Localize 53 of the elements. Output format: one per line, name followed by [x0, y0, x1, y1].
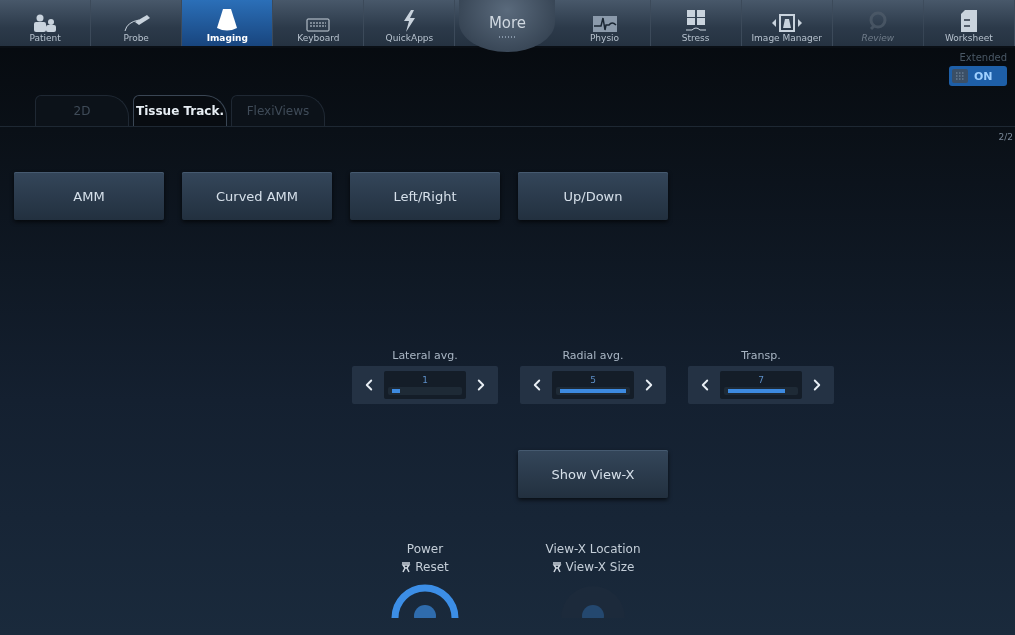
nav-label: Patient — [29, 33, 61, 43]
sector-icon — [216, 8, 239, 32]
nav-label: Imaging — [206, 33, 248, 43]
nav-tab[interactable]: Worksheet — [923, 0, 1015, 46]
mode-button[interactable]: Left/Right — [350, 172, 500, 220]
nav-tab[interactable]: Keyboard — [273, 0, 365, 46]
show-view-button[interactable]: Show View-X — [518, 450, 668, 498]
mode-button[interactable]: Up/Down — [518, 172, 668, 220]
slider-label: Lateral avg. — [392, 349, 458, 362]
nav-label: Review — [861, 33, 895, 43]
nav-label: Stress — [681, 33, 710, 43]
nav-label: Physio — [589, 33, 620, 43]
nav-tab[interactable]: Stress — [650, 0, 742, 46]
nav-tab[interactable]: Physio — [559, 0, 651, 46]
nav-label: Probe — [123, 33, 149, 43]
nav-label: Keyboard — [297, 33, 340, 43]
probe-icon — [121, 14, 152, 32]
stepper-control[interactable]: 1 — [352, 366, 498, 404]
grid-knob-icon — [952, 69, 968, 83]
knob-label: View-X Location — [545, 542, 641, 556]
extended-toggle[interactable]: ON — [949, 66, 1007, 86]
nav-tab[interactable]: Patient — [0, 0, 92, 46]
person-icon — [401, 561, 412, 573]
nav-label: Worksheet — [945, 33, 993, 43]
slider-label: Radial avg. — [562, 349, 624, 362]
nav-tab[interactable]: Image Manager — [741, 0, 833, 46]
lightning-icon — [402, 10, 417, 32]
slider-label: Transp. — [741, 349, 781, 362]
mode-button[interactable]: Curved AMM — [182, 172, 332, 220]
slider-value: 7 — [758, 375, 764, 385]
dots-icon — [498, 34, 517, 39]
slider-value: 1 — [422, 375, 428, 385]
nav-label: Image Manager — [751, 33, 822, 43]
knob-sub-label: Reset — [415, 560, 449, 574]
stepper-control[interactable]: 7 — [688, 366, 834, 404]
page-indicator: 2/2 — [998, 132, 1013, 142]
mode-button[interactable]: AMM — [14, 172, 164, 220]
knob-sub-label: View-X Size — [565, 560, 635, 574]
people-icon — [33, 14, 58, 32]
tab[interactable]: Tissue Track. — [133, 95, 227, 126]
more-button[interactable]: More — [459, 0, 556, 52]
slider-value: 5 — [590, 375, 596, 385]
nav-label: QuickApps — [385, 33, 434, 43]
nav-tab[interactable]: QuickApps — [364, 0, 456, 46]
extended-label: Extended — [959, 52, 1007, 63]
person-icon — [551, 561, 562, 573]
stepper-control[interactable]: 5 — [520, 366, 666, 404]
stress-grid-icon — [685, 10, 706, 32]
knob-label: Power — [406, 542, 444, 556]
keyboard-icon — [306, 18, 331, 32]
worksheet-icon — [960, 10, 977, 32]
nav-tab[interactable]: Imaging — [182, 0, 274, 46]
ecg-icon — [592, 16, 617, 32]
